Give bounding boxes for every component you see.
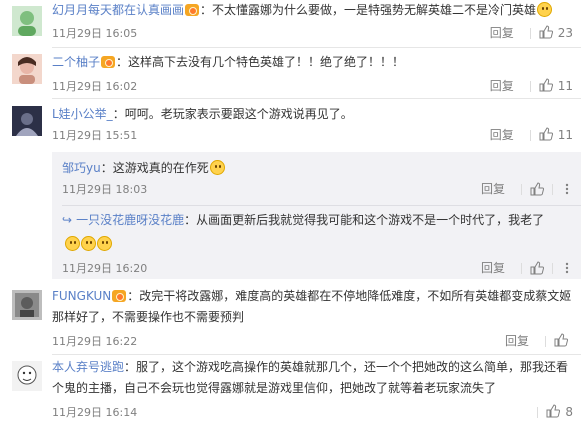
like-count: 11 bbox=[557, 128, 573, 142]
reply-button[interactable]: 回复 bbox=[490, 24, 514, 42]
comment-time: 11月29日 16:02 bbox=[52, 80, 138, 93]
like-button[interactable]: 23 bbox=[539, 24, 573, 42]
thumbs-up-icon[interactable] bbox=[530, 182, 544, 196]
thumbs-up-icon bbox=[539, 78, 553, 92]
divider bbox=[62, 205, 581, 206]
divider bbox=[52, 47, 581, 48]
vip-badge-icon bbox=[112, 290, 127, 302]
avatar[interactable] bbox=[12, 6, 42, 36]
emoji-icon bbox=[97, 236, 112, 251]
reply-button[interactable]: 回复 bbox=[490, 126, 514, 144]
vip-badge-icon bbox=[101, 56, 116, 68]
comment-time: 11月29日 16:14 bbox=[52, 406, 138, 419]
emoji-icon bbox=[537, 2, 553, 17]
username-link[interactable]: FUNGKUN bbox=[52, 289, 111, 303]
separator bbox=[521, 183, 522, 195]
reply-button[interactable]: 回复 bbox=[481, 180, 505, 198]
username-link[interactable]: 二个柚子 bbox=[52, 55, 100, 69]
thumbs-up-icon bbox=[539, 127, 553, 141]
reply-button[interactable]: 回复 bbox=[490, 77, 514, 95]
comment-text: 呵呵。老玩家表示要跟这个游戏说再见了。 bbox=[124, 107, 353, 121]
avatar[interactable] bbox=[12, 54, 42, 84]
separator bbox=[529, 27, 531, 39]
comment-text: 不太懂露娜为什么要做，一是特强势无解英雄二不是冷门英雄 bbox=[212, 3, 537, 17]
username-link[interactable]: 一只没花鹿呀没花鹿 bbox=[76, 213, 184, 227]
separator bbox=[545, 335, 546, 347]
like-count: 23 bbox=[557, 26, 573, 40]
comment-time: 11月29日 16:05 bbox=[52, 27, 138, 40]
avatar[interactable] bbox=[12, 290, 42, 320]
like-button[interactable]: 11 bbox=[539, 77, 573, 95]
username-link[interactable]: L娃小公举_ bbox=[52, 107, 113, 121]
comment-time: 11月29日 16:22 bbox=[52, 335, 138, 348]
separator bbox=[537, 406, 539, 418]
more-dots-icon[interactable] bbox=[561, 183, 573, 195]
comment-text: 这样高下去没有几个特色英雄了！！绝了绝了！！！ bbox=[128, 55, 405, 69]
emoji-icon bbox=[65, 236, 80, 251]
reply-text: 这游戏真的在作死 bbox=[112, 161, 209, 175]
avatar[interactable] bbox=[12, 361, 42, 391]
username-link[interactable]: 幻月月每天都在认真画画 bbox=[52, 3, 184, 17]
separator bbox=[552, 183, 553, 195]
like-button[interactable] bbox=[554, 332, 573, 350]
separator bbox=[552, 262, 553, 274]
vip-badge-icon bbox=[185, 4, 200, 16]
more-dots-icon[interactable] bbox=[561, 262, 573, 274]
reply-time: 11月29日 18:03 bbox=[62, 183, 148, 196]
thumbs-up-icon bbox=[546, 404, 561, 418]
reply-arrow-icon: ↪ bbox=[62, 213, 73, 227]
reply-time: 11月29日 16:20 bbox=[62, 262, 148, 275]
reply-text: 从画面更新后我就觉得我可能和这个游戏不是一个时代了，我老了 bbox=[196, 213, 545, 227]
comment-time: 11月29日 15:51 bbox=[52, 129, 138, 142]
divider bbox=[52, 98, 581, 99]
separator bbox=[521, 262, 522, 274]
like-button[interactable]: 8 bbox=[546, 403, 573, 421]
reply-button[interactable]: 回复 bbox=[481, 259, 505, 277]
separator bbox=[529, 129, 531, 141]
thumbs-up-icon[interactable] bbox=[530, 261, 544, 275]
nested-replies: 邹巧yu：这游戏真的在作死 11月29日 18:03 回复 ↪ 一只没花鹿呀没花鹿… bbox=[52, 152, 581, 279]
like-count: 11 bbox=[557, 79, 573, 93]
like-button[interactable]: 11 bbox=[539, 126, 573, 144]
username-link[interactable]: 本人弃号逃跑 bbox=[52, 360, 124, 374]
divider bbox=[52, 354, 581, 355]
avatar[interactable] bbox=[12, 106, 42, 136]
thumbs-up-icon bbox=[554, 333, 568, 347]
thumbs-up-icon bbox=[539, 25, 553, 39]
emoji-icon bbox=[81, 236, 96, 251]
reply-button[interactable]: 回复 bbox=[505, 332, 529, 350]
username-link[interactable]: 邹巧yu bbox=[62, 161, 101, 175]
like-count: 8 bbox=[565, 405, 573, 419]
emoji-icon bbox=[209, 160, 225, 175]
separator bbox=[529, 80, 531, 92]
